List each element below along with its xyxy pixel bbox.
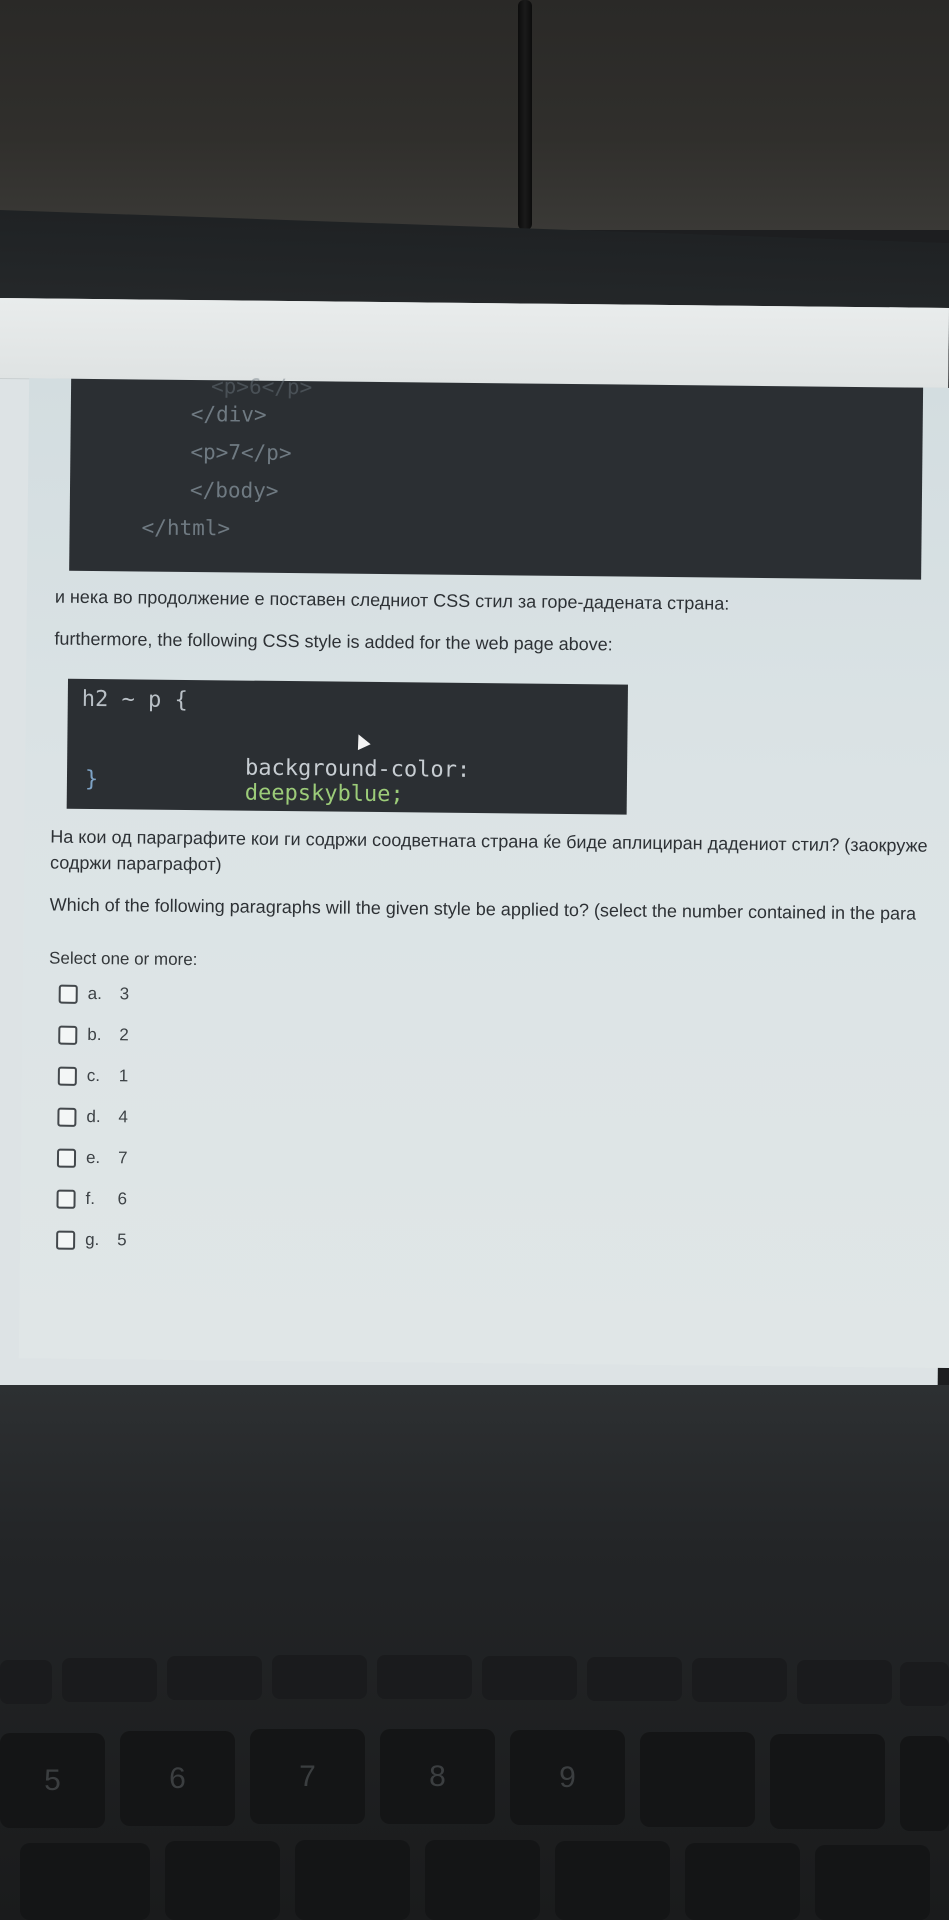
checkbox[interactable] — [56, 1230, 76, 1250]
keyboard-key — [685, 1843, 800, 1920]
keyboard-key — [640, 1732, 755, 1827]
css-close-brace: } — [84, 766, 99, 793]
keyboard-key — [900, 1736, 949, 1831]
keyboard-key-5: 5 — [0, 1733, 105, 1828]
laptop-screen: <p>6</p> </div> <p>7</p> </body> </html>… — [0, 298, 949, 1398]
option-value: 1 — [118, 1066, 129, 1086]
function-key — [587, 1657, 682, 1701]
keyboard-key-6: 6 — [120, 1731, 235, 1826]
keyboard-key — [555, 1841, 670, 1920]
keyboard-key-7: 7 — [250, 1729, 365, 1824]
checkbox[interactable] — [57, 1066, 77, 1086]
code-line: <p>6</p> — [210, 374, 313, 400]
keyboard-key-8: 8 — [380, 1729, 495, 1824]
checkbox[interactable] — [56, 1189, 76, 1209]
option-letter: g. — [85, 1229, 100, 1250]
option-value: 3 — [119, 984, 130, 1004]
keyboard-key — [165, 1841, 280, 1920]
option-c[interactable]: c. 1 — [57, 1063, 129, 1090]
html-code-block: <p>6</p> </div> <p>7</p> </body> </html> — [69, 374, 924, 580]
option-e[interactable]: e. 7 — [56, 1145, 128, 1172]
function-key — [377, 1655, 472, 1699]
option-value: 4 — [118, 1107, 129, 1127]
option-letter: b. — [87, 1024, 102, 1045]
css-selector-line: h2 ~ p { — [81, 686, 188, 713]
css-declaration: background-color: deepskyblue; — [138, 729, 471, 832]
keyboard-key — [770, 1734, 885, 1829]
quiz-page: <p>6</p> </div> <p>7</p> </body> </html>… — [18, 374, 949, 1369]
function-key — [0, 1660, 52, 1704]
keyboard-key — [295, 1840, 410, 1920]
option-value: 7 — [117, 1148, 128, 1168]
keyboard-key — [815, 1845, 930, 1920]
keyboard-area: 5 6 7 8 9 — [0, 1385, 949, 1920]
cable — [518, 0, 532, 230]
intro-macedonian: и нека во продолжение е поставен следнио… — [54, 586, 730, 614]
code-line: </div> — [190, 402, 267, 427]
checkbox[interactable] — [57, 1107, 77, 1127]
option-f[interactable]: f. 6 — [56, 1186, 127, 1213]
css-property: background-color: — [244, 755, 471, 783]
option-d[interactable]: d. 4 — [57, 1104, 128, 1131]
checkbox[interactable] — [58, 1025, 78, 1045]
function-key — [272, 1655, 367, 1699]
function-key — [482, 1656, 577, 1700]
function-key — [692, 1658, 787, 1702]
css-code-block: h2 ~ p { background-color: deepskyblue; … — [66, 678, 628, 815]
question-english: Which of the following paragraphs will t… — [49, 894, 917, 924]
option-a[interactable]: a. 3 — [58, 981, 130, 1008]
code-line: </html> — [141, 515, 231, 541]
option-value: 6 — [117, 1189, 128, 1209]
css-value: deepskyblue; — [244, 780, 404, 808]
code-line: <p>7</p> — [190, 440, 292, 466]
option-value: 2 — [119, 1025, 129, 1045]
option-letter: f. — [85, 1188, 96, 1209]
keyboard-key — [20, 1843, 150, 1920]
option-b[interactable]: b. 2 — [58, 1022, 129, 1049]
option-value: 5 — [117, 1230, 127, 1250]
function-key — [900, 1662, 949, 1706]
code-line: </body> — [189, 478, 279, 503]
question-macedonian-line1: На кои од параграфите кои ги содржи соод… — [50, 826, 928, 856]
option-letter: d. — [86, 1106, 101, 1127]
select-hint: Select one or more: — [48, 948, 198, 970]
option-letter: e. — [85, 1147, 101, 1168]
background-wall — [0, 0, 949, 230]
checkbox[interactable] — [58, 984, 78, 1004]
browser-toolbar — [0, 298, 949, 389]
keyboard-key — [425, 1840, 540, 1920]
keyboard-key-9: 9 — [510, 1730, 625, 1825]
option-letter: a. — [87, 983, 103, 1004]
function-key — [797, 1660, 892, 1704]
question-macedonian-line2: содржи параграфот) — [49, 852, 222, 875]
function-key — [167, 1656, 262, 1700]
option-g[interactable]: g. 5 — [56, 1227, 127, 1254]
checkbox[interactable] — [56, 1148, 77, 1168]
intro-english: furthermore, the following CSS style is … — [54, 628, 613, 655]
function-key — [62, 1658, 157, 1702]
option-letter: c. — [86, 1065, 101, 1086]
